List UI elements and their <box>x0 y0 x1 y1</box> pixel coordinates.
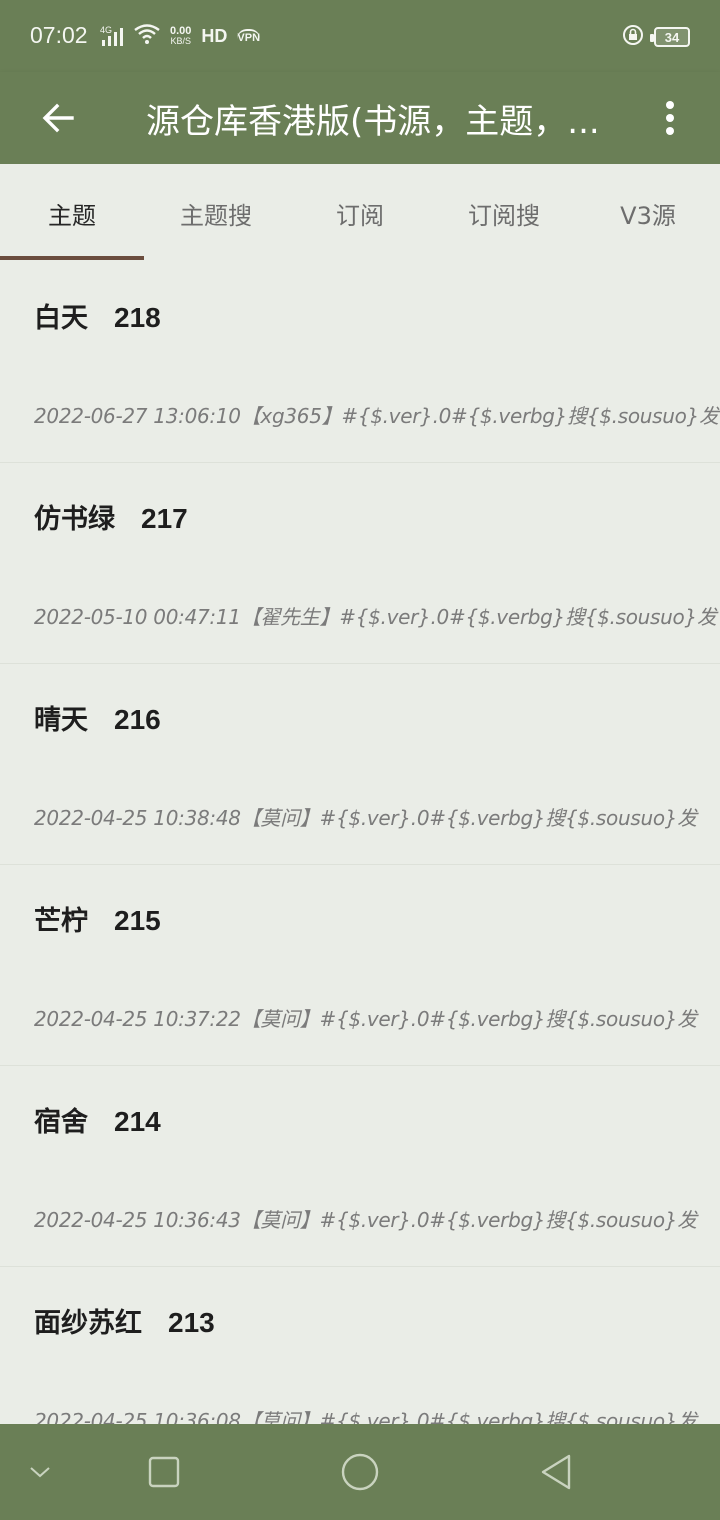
wifi-icon <box>134 24 160 48</box>
rotation-lock-icon <box>622 24 644 50</box>
item-title: 宿舍 214 <box>34 1100 161 1139</box>
item-title: 芒柠 215 <box>34 899 161 938</box>
net-speed: 0.00 KB/S <box>170 25 192 47</box>
back-button[interactable] <box>30 90 86 146</box>
tab-subscribe[interactable]: 订阅 <box>288 164 432 262</box>
recents-button[interactable] <box>140 1448 188 1496</box>
status-icons: 4G 0.00 KB/S HD VPN <box>100 24 261 48</box>
home-button[interactable] <box>336 1448 384 1496</box>
tab-indicator <box>0 256 144 260</box>
more-vert-icon <box>666 101 674 135</box>
item-number: 213 <box>168 1307 215 1338</box>
item-title: 晴天 216 <box>34 698 161 737</box>
item-meta: 2022-04-25 10:38:48【莫问】#{$.ver}.0#{$.ver… <box>34 806 697 830</box>
item-number: 218 <box>114 302 161 333</box>
status-right: 34 <box>622 24 690 50</box>
item-meta: 2022-06-27 13:06:10【xg365】#{$.ver}.0#{$.… <box>34 404 719 428</box>
tab-theme-search[interactable]: 主题搜 <box>144 164 288 262</box>
item-title: 面纱苏红 213 <box>34 1301 215 1340</box>
list-item[interactable]: 宿舍 214 2022-04-25 10:36:43【莫问】#{$.ver}.0#… <box>0 1066 720 1267</box>
item-name: 芒柠 <box>34 906 88 937</box>
item-title: 白天 218 <box>34 296 161 335</box>
hd-voice-icon: HD <box>201 25 228 46</box>
arrow-back-icon <box>42 103 74 133</box>
battery-icon: 34 <box>650 27 690 47</box>
item-name: 仿书绿 <box>34 504 115 535</box>
circle-icon <box>341 1453 379 1491</box>
triangle-back-icon <box>541 1454 571 1490</box>
list-item[interactable]: 芒柠 215 2022-04-25 10:37:22【莫问】#{$.ver}.0#… <box>0 865 720 1066</box>
item-name: 白天 <box>34 303 88 334</box>
item-number: 215 <box>114 905 161 936</box>
net-speed-value: 0.00 <box>170 25 192 37</box>
list-item[interactable]: 面纱苏红 213 2022-04-25 10:36:08【莫问】#{$.ver}.… <box>0 1267 720 1424</box>
item-name: 面纱苏红 <box>34 1308 142 1339</box>
list-item[interactable]: 白天 218 2022-06-27 13:06:10【xg365】#{$.ver}… <box>0 262 720 463</box>
back-nav-button[interactable] <box>532 1448 580 1496</box>
system-nav-bar <box>0 1424 720 1520</box>
item-meta: 2022-05-10 00:47:11【翟先生】#{$.ver}.0#{$.ve… <box>34 605 717 629</box>
app-bar: 源仓库香港版(书源，主题，... <box>0 72 720 164</box>
item-meta: 2022-04-25 10:36:08【莫问】#{$.ver}.0#{$.ver… <box>34 1409 697 1424</box>
item-name: 晴天 <box>34 705 88 736</box>
theme-list: 白天 218 2022-06-27 13:06:10【xg365】#{$.ver}… <box>0 262 720 1424</box>
tab-theme[interactable]: 主题 <box>0 164 144 262</box>
status-bar: 07:02 4G 0.00 KB/S HD VPN 34 <box>0 0 720 72</box>
item-name: 宿舍 <box>34 1107 88 1138</box>
item-number: 216 <box>114 704 161 735</box>
page-title: 源仓库香港版(书源，主题，... <box>146 102 600 142</box>
item-meta: 2022-04-25 10:37:22【莫问】#{$.ver}.0#{$.ver… <box>34 1007 697 1031</box>
hide-nav-button[interactable] <box>16 1448 64 1496</box>
square-icon <box>148 1456 180 1488</box>
item-meta: 2022-04-25 10:36:43【莫问】#{$.ver}.0#{$.ver… <box>34 1208 697 1232</box>
net-speed-unit: KB/S <box>170 36 191 46</box>
tab-subscribe-search[interactable]: 订阅搜 <box>432 164 576 262</box>
more-options-button[interactable] <box>646 90 694 146</box>
tab-v3-source[interactable]: V3源 <box>576 164 720 262</box>
vpn-icon: VPN <box>237 29 261 44</box>
item-number: 217 <box>141 503 188 534</box>
chevron-down-icon <box>30 1467 50 1478</box>
list-item[interactable]: 仿书绿 217 2022-05-10 00:47:11【翟先生】#{$.ver}.… <box>0 463 720 664</box>
list-item[interactable]: 晴天 216 2022-04-25 10:38:48【莫问】#{$.ver}.0#… <box>0 664 720 865</box>
status-time: 07:02 <box>30 22 88 48</box>
tab-bar: 主题 主题搜 订阅 订阅搜 V3源 <box>0 164 720 262</box>
item-title: 仿书绿 217 <box>34 497 188 536</box>
item-number: 214 <box>114 1106 161 1137</box>
cellular-signal-icon: 4G <box>100 25 124 47</box>
